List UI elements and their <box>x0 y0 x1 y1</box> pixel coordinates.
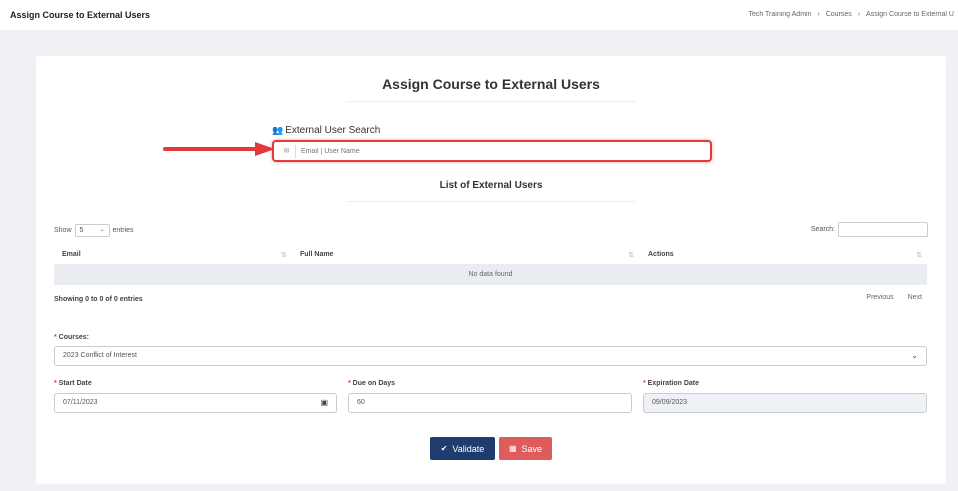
assign-course-card: Assign Course to External Users 👥 Externa… <box>36 56 946 484</box>
validate-label: Validate <box>452 443 485 454</box>
list-title: List of External Users <box>439 180 543 191</box>
expiration-date-label: * Expiration Date <box>643 380 699 387</box>
column-email[interactable]: Email <box>62 251 81 258</box>
user-check-icon: ✔ <box>440 444 448 453</box>
table-search-input[interactable] <box>838 222 928 237</box>
table-search-label: Search: <box>810 226 835 233</box>
courses-label: * Courses: <box>54 334 89 341</box>
due-days-field[interactable]: 60 <box>348 393 632 413</box>
top-bar: Assign Course to External Users Tech Tra… <box>0 0 958 30</box>
courses-select[interactable]: 2023 Conflict of Interest ⌄ <box>54 346 927 366</box>
page-title: Assign Course to External Users <box>10 10 151 20</box>
show-label: Show <box>54 227 72 234</box>
courses-label-text: Courses: <box>58 334 90 341</box>
divider <box>346 101 636 102</box>
chevron-down-icon: ⌄ <box>99 227 105 233</box>
validate-button[interactable]: ✔ Validate <box>430 437 495 460</box>
chevron-down-icon: ⌄ <box>911 351 918 360</box>
courses-value: 2023 Conflict of Interest <box>63 352 137 359</box>
external-user-search-label: 👥 External User Search <box>272 125 380 136</box>
external-user-search-input[interactable] <box>301 144 701 159</box>
previous-button[interactable]: Previous <box>866 294 893 301</box>
breadcrumb: Tech Training Admin › Courses › Assign C… <box>746 11 956 18</box>
sort-icon[interactable]: ⇅ <box>628 251 634 259</box>
column-full-name[interactable]: Full Name <box>300 251 333 258</box>
due-days-value: 60 <box>357 399 365 406</box>
breadcrumb-item-admin[interactable]: Tech Training Admin <box>748 11 811 18</box>
external-user-search-box: ✉ <box>272 140 712 162</box>
table-search: Search: <box>811 222 928 237</box>
users-icon: 👥 <box>272 125 284 135</box>
expiration-date-label-text: Expiration Date <box>647 380 700 387</box>
card-title: Assign Course to External Users <box>382 76 600 92</box>
pagination: Previous Next <box>854 294 922 301</box>
page-size-value: 5 <box>79 227 84 234</box>
start-date-label-text: Start Date <box>58 380 92 387</box>
table-header: Email ⇅ Full Name ⇅ Actions ⇅ <box>54 247 927 264</box>
save-icon: ▦ <box>508 444 517 453</box>
column-actions[interactable]: Actions <box>648 251 674 258</box>
page-size-select[interactable]: 5 ⌄ <box>74 224 110 237</box>
divider <box>346 201 636 202</box>
sort-icon[interactable]: ⇅ <box>916 251 922 259</box>
user-lookup-icon: ✉ <box>278 145 296 158</box>
page-size-control: Show 5 ⌄ entries <box>54 224 134 237</box>
start-date-field[interactable]: 07/11/2023 ▣ <box>54 393 337 413</box>
search-label-text: External User Search <box>285 125 381 136</box>
due-days-label-text: Due on Days <box>352 380 396 387</box>
red-arrow-icon <box>163 142 275 156</box>
next-button[interactable]: Next <box>908 294 922 301</box>
chevron-right-icon: › <box>857 11 861 18</box>
calendar-icon[interactable]: ▣ <box>320 394 328 412</box>
start-date-value: 07/11/2023 <box>63 399 98 406</box>
save-button[interactable]: ▦ Save <box>499 437 552 460</box>
table-empty-row: No data found <box>54 264 927 285</box>
sort-icon[interactable]: ⇅ <box>281 251 287 259</box>
expiration-date-field: 09/09/2023 <box>643 393 927 413</box>
breadcrumb-item-courses[interactable]: Courses <box>826 11 852 18</box>
table-info: Showing 0 to 0 of 0 entries <box>54 296 143 303</box>
save-label: Save <box>521 443 543 454</box>
breadcrumb-item-current: Assign Course to External U <box>866 11 954 18</box>
due-days-label: * Due on Days <box>348 380 395 387</box>
start-date-label: * Start Date <box>54 380 92 387</box>
chevron-right-icon: › <box>817 11 820 18</box>
expiration-date-value: 09/09/2023 <box>652 399 688 406</box>
entries-label: entries <box>112 227 134 234</box>
